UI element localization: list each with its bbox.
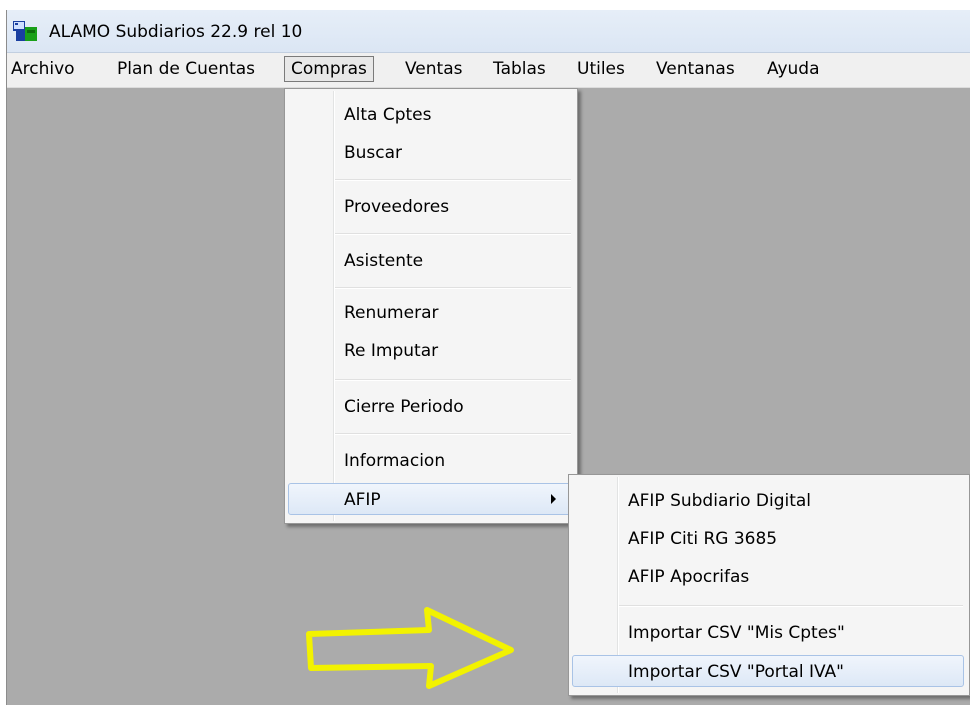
menu-item-asistente[interactable]: Asistente: [285, 245, 577, 277]
menu-item-buscar[interactable]: Buscar: [285, 137, 577, 169]
submenu-item-afip-citi-rg-3685[interactable]: AFIP Citi RG 3685: [569, 523, 969, 555]
submenu-item-afip-subdiario-digital[interactable]: AFIP Subdiario Digital: [569, 485, 969, 517]
compras-dropdown: Alta Cptes Buscar Proveedores Asistente …: [284, 88, 578, 524]
menu-ventanas[interactable]: Ventanas: [652, 56, 739, 82]
menu-item-label: Re Imputar: [344, 341, 439, 361]
menu-item-label: Importar CSV "Mis Cptes": [628, 623, 845, 643]
menu-item-proveedores[interactable]: Proveedores: [285, 191, 577, 223]
menu-item-label: Informacion: [344, 451, 446, 471]
menu-separator: [335, 433, 571, 435]
title-bar: ALAMO Subdiarios 22.9 rel 10: [7, 10, 970, 53]
menu-item-label: Alta Cptes: [344, 105, 432, 125]
menu-separator: [335, 179, 571, 181]
menu-item-label: AFIP Apocrifas: [628, 567, 750, 587]
menu-item-re-imputar[interactable]: Re Imputar: [285, 335, 577, 367]
alamo-app-icon: [13, 21, 37, 41]
menu-item-label: Renumerar: [344, 303, 439, 323]
menu-item-cierre-periodo[interactable]: Cierre Periodo: [285, 391, 577, 423]
menu-item-label: Buscar: [344, 143, 403, 163]
yellow-outline-arrow-icon: [306, 607, 514, 689]
submenu-arrow-icon: [551, 494, 556, 504]
menu-item-label: Proveedores: [344, 197, 450, 217]
window-title: ALAMO Subdiarios 22.9 rel 10: [49, 22, 303, 42]
menu-plan-de-cuentas[interactable]: Plan de Cuentas: [113, 56, 259, 82]
menu-separator: [619, 605, 963, 607]
menu-item-informacion[interactable]: Informacion: [285, 445, 577, 477]
menu-item-afip[interactable]: AFIP: [288, 483, 572, 515]
menu-item-label: AFIP: [344, 490, 381, 510]
menu-separator: [335, 287, 571, 289]
menu-archivo[interactable]: Archivo: [7, 56, 79, 82]
menu-compras[interactable]: Compras: [284, 56, 374, 82]
menu-tablas[interactable]: Tablas: [489, 56, 550, 82]
menu-ayuda[interactable]: Ayuda: [763, 56, 824, 82]
menu-utiles[interactable]: Utiles: [573, 56, 629, 82]
menu-item-label: Importar CSV "Portal IVA": [628, 662, 844, 682]
submenu-item-afip-apocrifas[interactable]: AFIP Apocrifas: [569, 561, 969, 593]
menu-separator: [335, 233, 571, 235]
submenu-item-importar-csv-mis-cptes[interactable]: Importar CSV "Mis Cptes": [569, 617, 969, 649]
menu-item-renumerar[interactable]: Renumerar: [285, 297, 577, 329]
menu-item-label: Asistente: [344, 251, 424, 271]
menu-item-label: Cierre Periodo: [344, 397, 464, 417]
menu-bar: Archivo Plan de Cuentas Compras Ventas T…: [7, 53, 970, 88]
menu-item-label: AFIP Citi RG 3685: [628, 529, 778, 549]
menu-ventas[interactable]: Ventas: [401, 56, 466, 82]
menu-separator: [335, 379, 571, 381]
afip-submenu: AFIP Subdiario Digital AFIP Citi RG 3685…: [568, 474, 970, 696]
submenu-item-importar-csv-portal-iva[interactable]: Importar CSV "Portal IVA": [572, 655, 964, 687]
menu-item-alta-cptes[interactable]: Alta Cptes: [285, 99, 577, 131]
menu-item-label: AFIP Subdiario Digital: [628, 491, 812, 511]
